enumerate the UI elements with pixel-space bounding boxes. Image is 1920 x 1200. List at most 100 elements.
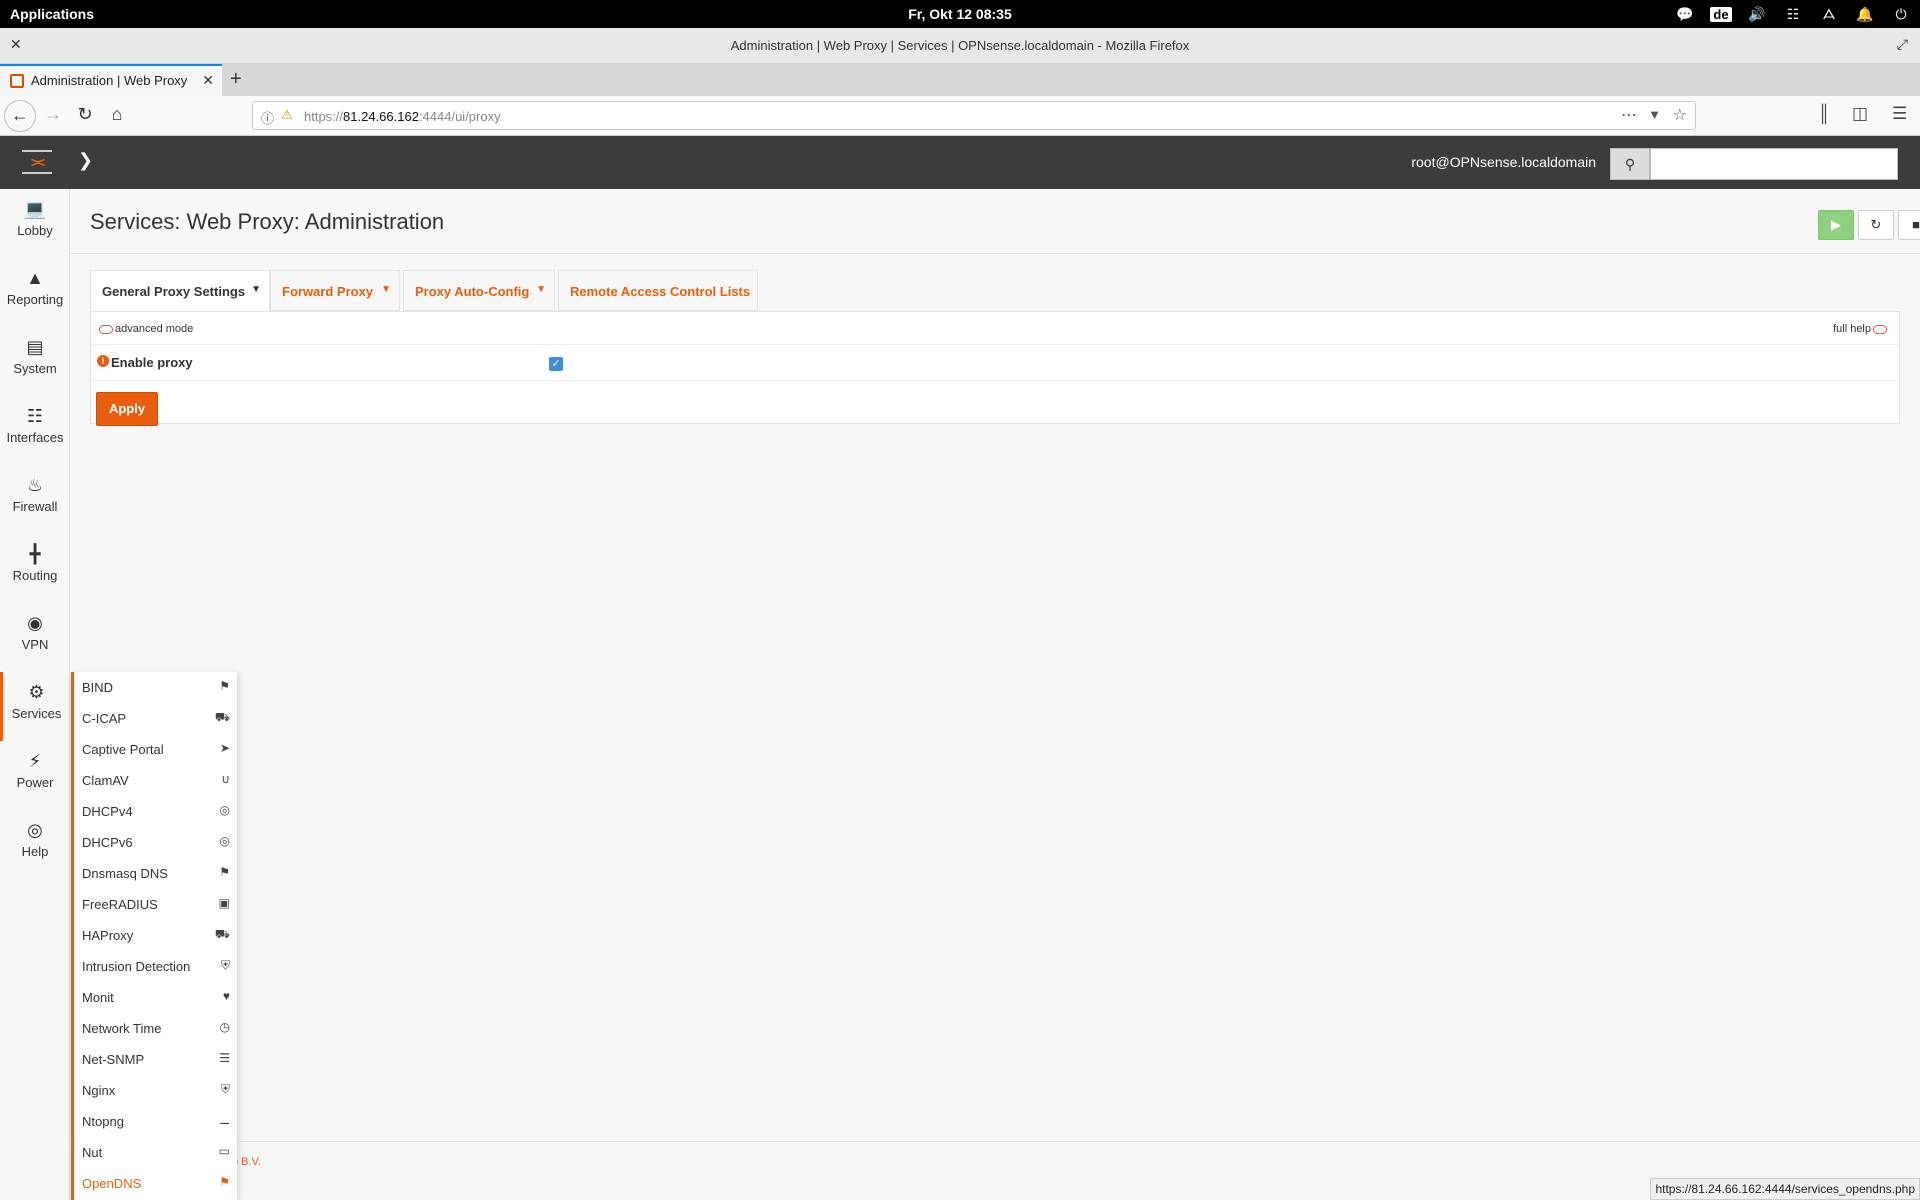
caret-down-icon[interactable]: ▼ (251, 284, 261, 295)
services-menu-item[interactable]: Nut ▭ (74, 1137, 237, 1168)
services-menu-item[interactable]: BIND ⚑ (74, 672, 237, 703)
caret-down-icon[interactable]: ▼ (381, 284, 391, 295)
shield-icon: ⛨ (220, 1082, 230, 1096)
logged-in-user[interactable]: root@OPNsense.localdomain (1411, 154, 1596, 170)
services-menu-item[interactable]: Network Time ◷ (74, 1013, 237, 1044)
advanced-mode-toggle[interactable]: advanced mode (97, 323, 193, 335)
services-menu-item[interactable]: Net-SNMP ☰ (74, 1044, 237, 1075)
full-help-toggle[interactable]: full help (1833, 323, 1889, 335)
services-menu-item[interactable]: Nginx ⛨ (74, 1075, 237, 1106)
sidebar-item-lobby[interactable]: 💻 Lobby (0, 189, 70, 258)
sidebar-item-power[interactable]: ⚡ Power (0, 741, 70, 810)
page-title: Services: Web Proxy: Administration (90, 209, 445, 234)
services-menu-item[interactable]: DHCPv6 ◎ (74, 827, 237, 858)
sidebar-item-firewall[interactable]: ♨ Firewall (0, 465, 70, 534)
sidebar-item-label: Firewall (12, 499, 58, 514)
sidebar-item-label: Interfaces (6, 430, 64, 445)
system-tray: 💬 de 🔊 ☷ ᗋ 🔔 ⏻ (1674, 3, 1912, 25)
enable-proxy-checkbox[interactable]: ✓ (549, 357, 563, 371)
tab-general-proxy-settings[interactable]: General Proxy Settings ▼ (90, 270, 270, 312)
forward-arrow-icon[interactable]: → (40, 104, 66, 125)
services-menu-item[interactable]: Monit ♥ (74, 982, 237, 1013)
back-arrow-icon[interactable]: ← (4, 100, 36, 132)
library-icon[interactable]: ║ (1818, 104, 1830, 124)
clock[interactable]: Fr, Okt 12 08:35 (0, 6, 1920, 22)
ambulance-icon: ⛟ (214, 710, 230, 724)
page-header: Services: Web Proxy: Administration ▶ ↻ … (70, 189, 1920, 254)
services-menu-item[interactable]: DHCPv4 ◎ (74, 796, 237, 827)
browser-tab-label: Administration | Web Proxy | (31, 73, 191, 88)
tags-icon: ⚑ (219, 865, 230, 879)
battery-icon: ▭ (218, 1144, 230, 1158)
laptop-icon: 💻 (23, 199, 47, 219)
services-submenu: BIND ⚑ C-ICAP ⛟ Captive Portal ➤ ClamAV ∪ DH… (71, 672, 237, 1200)
tab-remote-access-control-lists[interactable]: Remote Access Control Lists (558, 270, 758, 311)
truck-icon: ⛟ (214, 927, 230, 941)
bluetooth-icon[interactable]: ᗋ (1818, 6, 1840, 23)
heartbeat-icon: ♥ (222, 989, 230, 1003)
info-icon[interactable]: i (97, 355, 109, 367)
search-input[interactable] (1650, 148, 1898, 180)
sidebar-item-system[interactable]: ▤ System (0, 327, 70, 396)
keyboard-layout-indicator[interactable]: de (1710, 6, 1732, 22)
caret-down-icon[interactable]: ▼ (536, 284, 546, 295)
url-text[interactable]: https://81.24.66.162:4444/ui/proxy (304, 109, 501, 124)
bell-icon[interactable]: 🔔 (1854, 6, 1876, 23)
sidebar-item-reporting[interactable]: ▲ Reporting (0, 258, 70, 327)
network-icon[interactable]: ☷ (1782, 6, 1804, 23)
sidebar-item-label: System (13, 361, 57, 376)
pocket-icon[interactable]: ▼ (1648, 107, 1661, 122)
window-restore-icon[interactable]: ⤢ (1897, 36, 1908, 53)
power-icon[interactable]: ⏻ (1890, 6, 1912, 23)
services-menu-item-active[interactable]: OpenDNS ⚑ (74, 1168, 237, 1199)
volume-icon[interactable]: 🔊 (1746, 6, 1768, 23)
tags-icon: ⚑ (219, 679, 230, 693)
sidebar-item-interfaces[interactable]: ☷ Interfaces (0, 396, 70, 465)
cog-icon: ⚙ (28, 682, 45, 702)
opnsense-logo[interactable]: >< (20, 146, 54, 178)
sitemap-icon: ☷ (26, 406, 44, 426)
url-bar[interactable]: ⓘ ⚠ https://81.24.66.162:4444/ui/proxy ⋯… (252, 101, 1696, 130)
tab-forward-proxy[interactable]: Forward Proxy ▼ (270, 270, 400, 311)
page-actions-icon[interactable]: ⋯ (1621, 105, 1637, 125)
insecure-lock-icon[interactable]: ⚠ (281, 107, 293, 123)
sidebar-toggle-icon[interactable]: ◫ (1852, 104, 1868, 124)
sidebar-item-routing[interactable]: ╋ Routing (0, 534, 70, 603)
chevron-right-icon[interactable]: ❯ (78, 150, 93, 171)
sidebar-item-label: Power (16, 775, 54, 790)
services-menu-item[interactable]: Ntopng ⚊ (74, 1106, 237, 1137)
search-icon[interactable]: ⚲ (1610, 148, 1650, 180)
services-menu-item[interactable]: Intrusion Detection ⛨ (74, 951, 237, 982)
reload-icon[interactable]: ↻ (72, 104, 98, 125)
browser-tab-active[interactable]: Administration | Web Proxy | ✕ (0, 64, 222, 96)
service-restart-button[interactable]: ↻ (1858, 210, 1894, 240)
page-footer: o B.V. (70, 1141, 1920, 1200)
services-menu-item[interactable]: FreeRADIUS ▣ (74, 889, 237, 920)
service-start-button[interactable]: ▶ (1818, 210, 1854, 240)
applications-menu[interactable]: Applications (10, 6, 94, 22)
services-menu-item[interactable]: Captive Portal ➤ (74, 734, 237, 765)
bookmark-star-icon[interactable]: ☆ (1673, 105, 1687, 125)
new-tab-icon[interactable]: + (230, 68, 242, 91)
apply-button[interactable]: Apply (96, 392, 158, 426)
sidebar-item-vpn[interactable]: ◉ VPN (0, 603, 70, 672)
shield-icon: ⛨ (220, 958, 230, 972)
service-stop-button[interactable]: ■ (1898, 210, 1920, 240)
chat-icon[interactable]: 💬 (1674, 6, 1696, 23)
tab-proxy-auto-config[interactable]: Proxy Auto-Config ▼ (403, 270, 555, 311)
main-sidebar: 💻 Lobby ▲ Reporting ▤ System ☷ Interface… (0, 189, 70, 1200)
sidebar-item-help[interactable]: ◎ Help (0, 810, 70, 879)
services-menu-item[interactable]: C-ICAP ⛟ (74, 703, 237, 734)
tab-close-icon[interactable]: ✕ (202, 72, 214, 89)
services-menu-item[interactable]: Dnsmasq DNS ⚑ (74, 858, 237, 889)
hamburger-menu-icon[interactable]: ☰ (1892, 104, 1907, 124)
services-menu-item[interactable]: ClamAV ∪ (74, 765, 237, 796)
services-menu-item[interactable]: HAProxy ⛟ (74, 920, 237, 951)
window-title: Administration | Web Proxy | Services | … (730, 38, 1190, 53)
window-close-icon[interactable]: ✕ (10, 36, 22, 53)
sidebar-item-services[interactable]: ⚙ Services (0, 672, 70, 741)
site-info-icon[interactable]: ⓘ (261, 108, 274, 127)
home-icon[interactable]: ⌂ (104, 104, 130, 125)
database-icon: ☰ (219, 1051, 230, 1065)
toggle-off-icon (1873, 324, 1887, 334)
